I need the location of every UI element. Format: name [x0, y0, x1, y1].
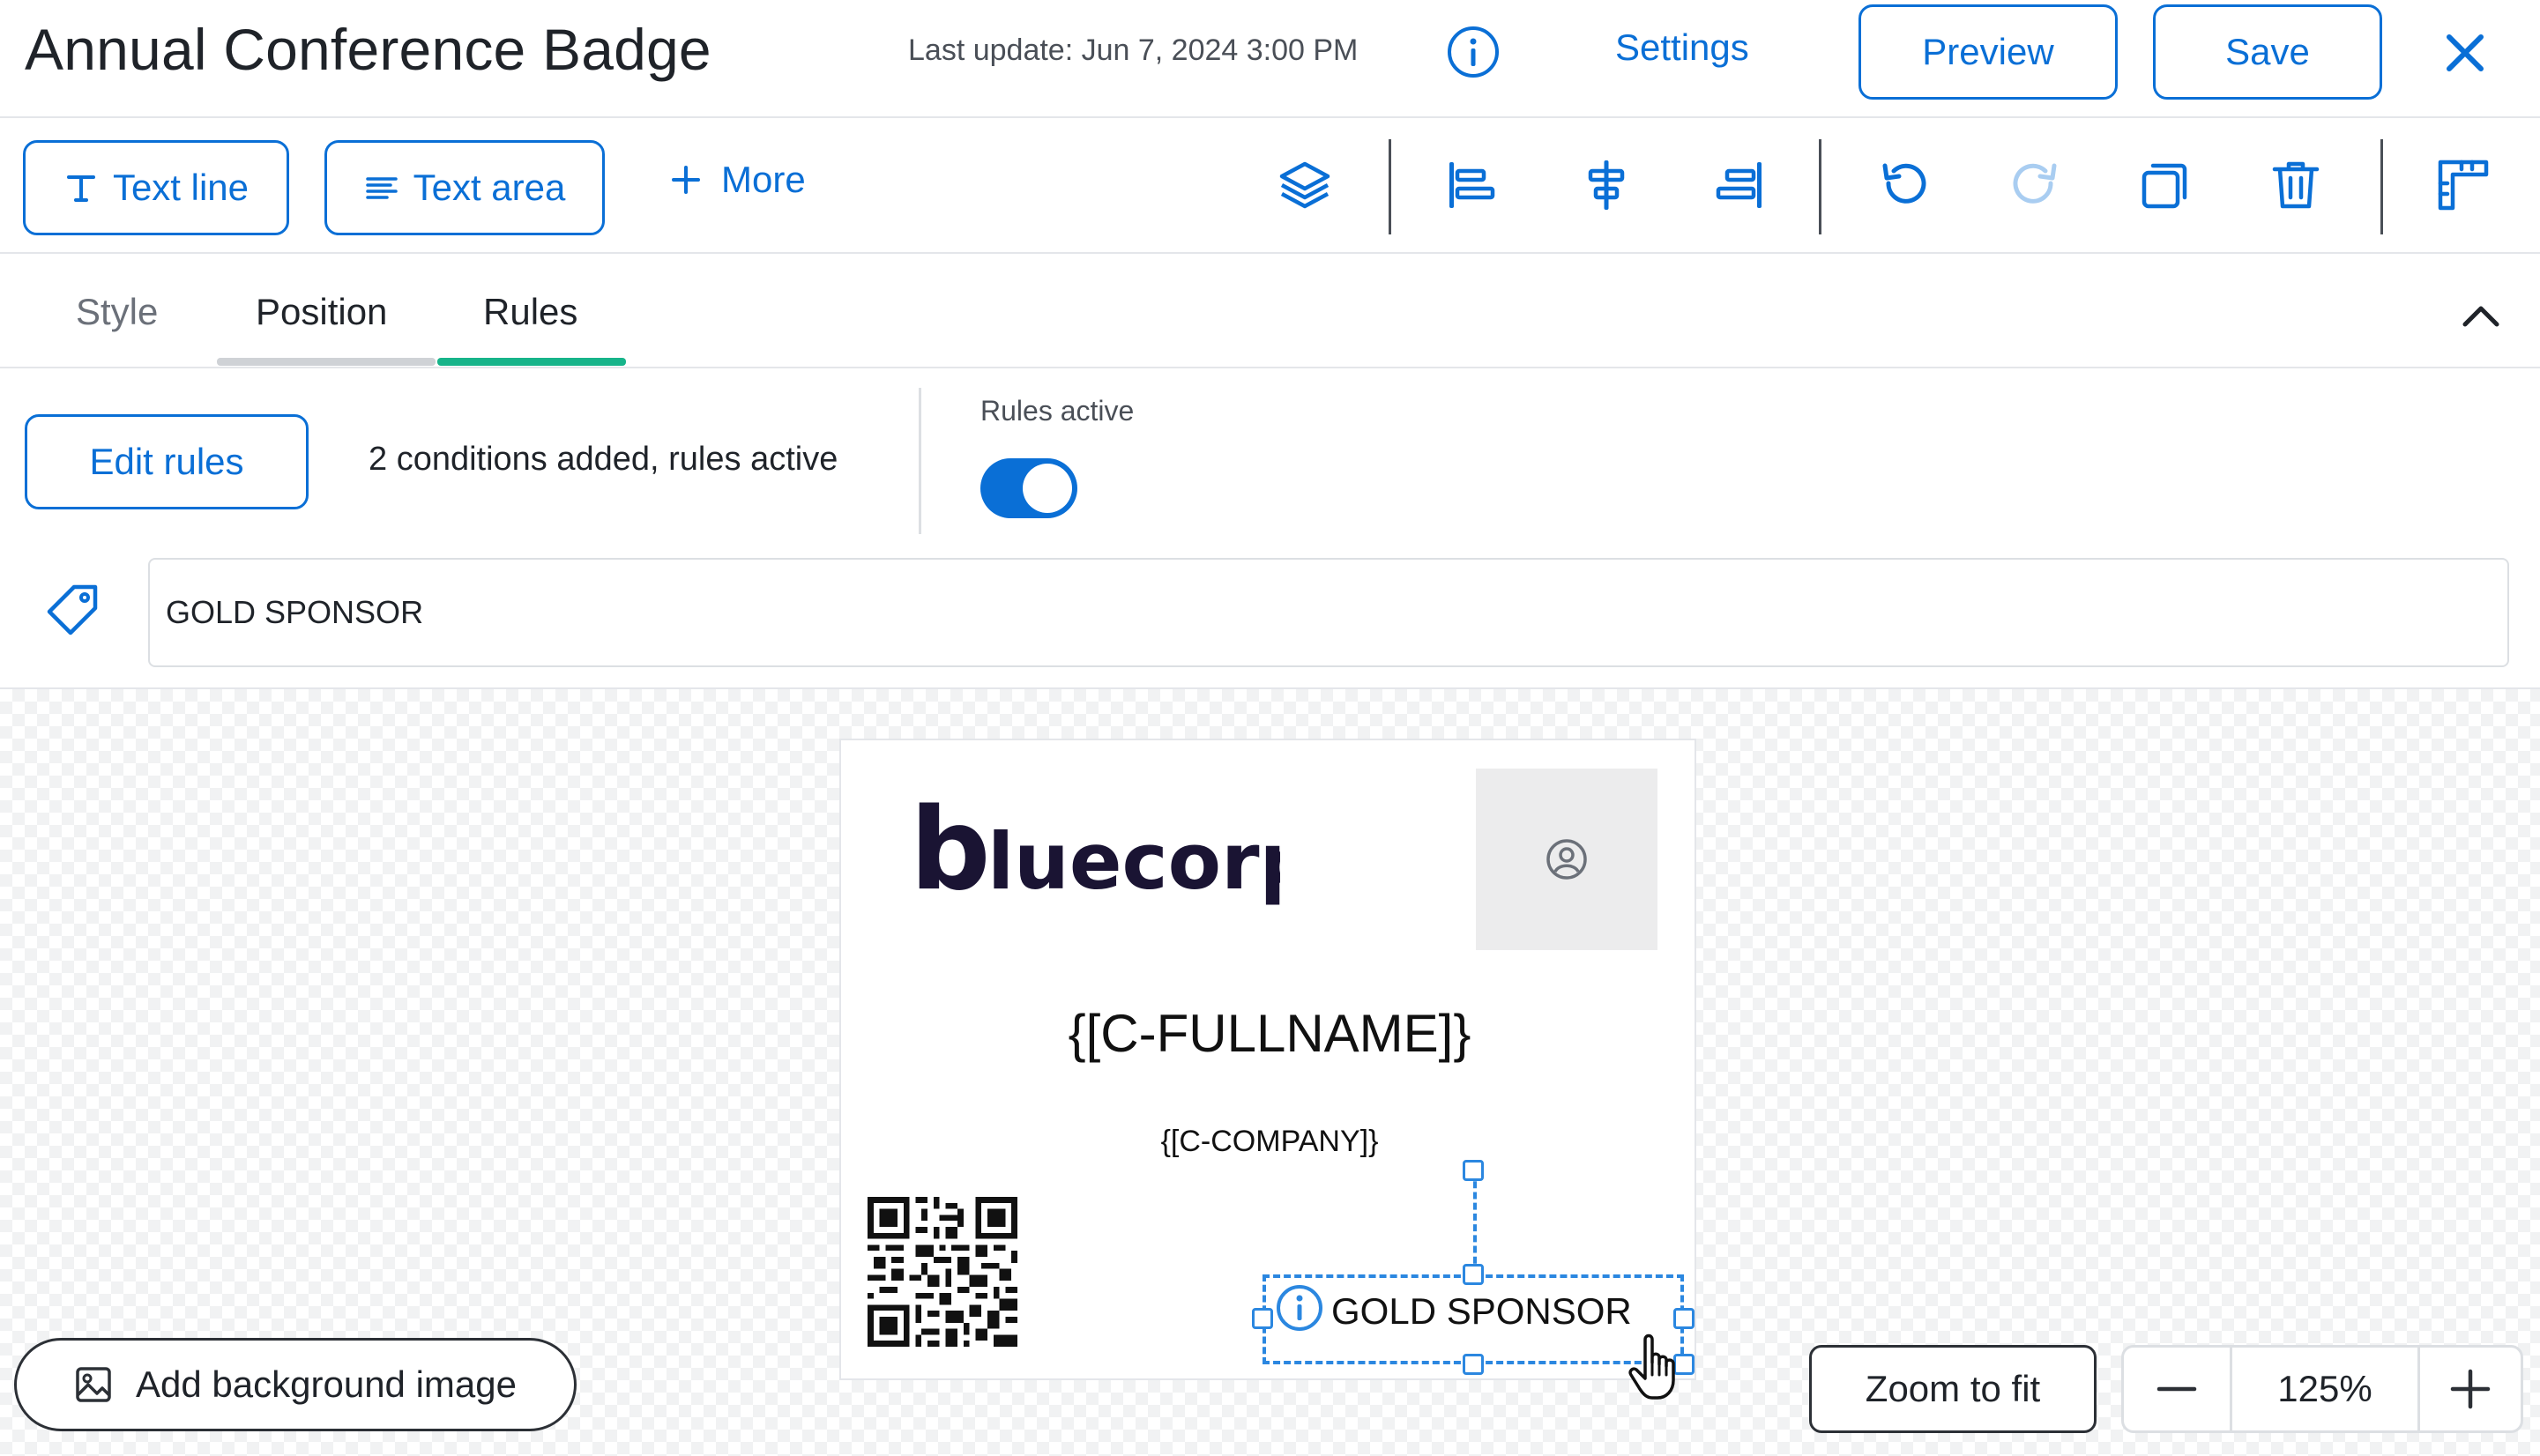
settings-link[interactable]: Settings — [1615, 26, 1749, 69]
plus-icon — [2449, 1368, 2492, 1410]
resize-handle-right[interactable] — [1673, 1308, 1695, 1329]
badge-artboard[interactable]: b luecorp {[C-FULLNAME]} {[C-COMPANY]} — [839, 739, 1698, 1400]
align-center-icon[interactable] — [1578, 157, 1635, 213]
tab-position[interactable]: Position — [256, 291, 387, 333]
layers-icon[interactable] — [1277, 157, 1333, 213]
company-field[interactable]: {[C-COMPANY]} — [841, 1125, 1698, 1159]
tag-icon — [44, 582, 101, 638]
add-background-image-button[interactable]: Add background image — [14, 1338, 577, 1431]
add-background-label: Add background image — [136, 1363, 517, 1405]
rules-active-toggle[interactable] — [980, 458, 1077, 518]
rotation-guide — [1473, 1170, 1477, 1274]
image-icon — [74, 1365, 113, 1404]
close-icon[interactable] — [2437, 25, 2493, 81]
properties-tabs: Style Position Rules — [0, 254, 2540, 368]
toolbar-divider — [1819, 139, 1821, 234]
header-bar: Annual Conference Badge Last update: Jun… — [0, 0, 2540, 118]
rules-status-text: 2 conditions added, rules active — [369, 441, 838, 478]
add-text-line-button[interactable]: Text line — [23, 140, 289, 235]
tab-underline-inactive — [217, 358, 436, 366]
duplicate-icon[interactable] — [2137, 157, 2194, 213]
more-label: More — [721, 159, 806, 200]
plus-icon — [670, 164, 702, 196]
panel-divider — [919, 388, 921, 534]
align-left-icon[interactable] — [1442, 157, 1499, 213]
hand-cursor-icon — [1626, 1333, 1686, 1403]
save-button[interactable]: Save — [2153, 4, 2382, 100]
undo-icon[interactable] — [1876, 157, 1933, 213]
fullname-field[interactable]: {[C-FULLNAME]} — [841, 1003, 1698, 1064]
resize-handle-bottom[interactable] — [1463, 1354, 1484, 1375]
zoom-in-button[interactable] — [2420, 1348, 2521, 1430]
rules-info-icon[interactable] — [1275, 1283, 1324, 1333]
redo-icon[interactable] — [2007, 157, 2063, 213]
toolbar-divider — [2380, 139, 2383, 234]
chevron-up-icon[interactable] — [2456, 291, 2506, 340]
delete-icon[interactable] — [2268, 157, 2324, 213]
photo-placeholder[interactable] — [1476, 769, 1657, 950]
logo-text: luecorp — [987, 816, 1280, 907]
ruler-icon[interactable] — [2435, 157, 2492, 213]
text-area-icon — [364, 170, 399, 205]
more-button[interactable]: More — [670, 159, 806, 201]
rules-active-label: Rules active — [980, 395, 1135, 427]
toggle-knob — [1023, 464, 1072, 513]
tab-underline-active — [437, 358, 626, 366]
page-title: Annual Conference Badge — [25, 17, 711, 82]
preview-button[interactable]: Preview — [1858, 4, 2118, 100]
text-line-icon — [63, 170, 99, 205]
zoom-control: 125% — [2121, 1345, 2523, 1433]
user-avatar-icon — [1545, 837, 1589, 881]
editor-toolbar: Text line Text area More — [0, 118, 2540, 254]
company-logo[interactable]: b luecorp — [910, 784, 1280, 925]
tab-style[interactable]: Style — [76, 291, 158, 333]
text-area-label: Text area — [413, 167, 566, 208]
resize-handle-top[interactable] — [1463, 1264, 1484, 1285]
last-update-text: Last update: Jun 7, 2024 3:00 PM — [908, 33, 1359, 67]
rotate-handle[interactable] — [1463, 1160, 1484, 1181]
add-text-area-button[interactable]: Text area — [324, 140, 605, 235]
text-line-label: Text line — [112, 167, 250, 208]
design-canvas[interactable]: b luecorp {[C-FULLNAME]} {[C-COMPANY]} — [0, 689, 2540, 1456]
edit-rules-button[interactable]: Edit rules — [25, 414, 309, 509]
zoom-level[interactable]: 125% — [2232, 1348, 2417, 1430]
info-icon[interactable] — [1446, 25, 1501, 79]
selected-text-element[interactable]: GOLD SPONSOR — [1263, 1274, 1684, 1364]
zoom-out-button[interactable] — [2124, 1348, 2230, 1430]
tab-rules[interactable]: Rules — [483, 291, 577, 333]
zoom-to-fit-button[interactable]: Zoom to fit — [1809, 1345, 2097, 1433]
resize-handle-left[interactable] — [1252, 1308, 1273, 1329]
minus-icon — [2156, 1368, 2198, 1410]
toolbar-divider — [1389, 139, 1391, 234]
rules-panel: Edit rules 2 conditions added, rules act… — [0, 368, 2540, 689]
element-text-input[interactable] — [148, 558, 2509, 667]
align-right-icon[interactable] — [1712, 157, 1769, 213]
sponsor-text: GOLD SPONSOR — [1331, 1290, 1632, 1332]
logo-b-glyph: b — [910, 784, 991, 916]
qr-code[interactable] — [868, 1197, 1017, 1347]
